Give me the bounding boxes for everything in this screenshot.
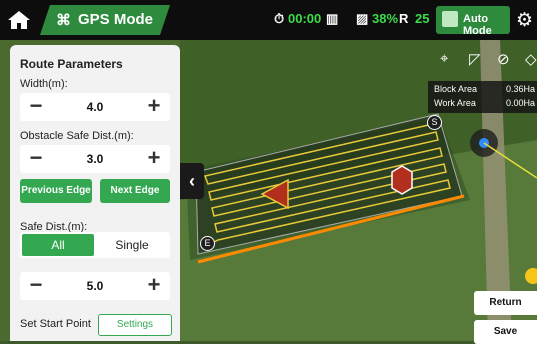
- width-label: Width(m):: [20, 78, 68, 90]
- battery-icon: ▨: [356, 11, 369, 26]
- block-area-value: 0.36Ha: [505, 84, 535, 94]
- signal-icon: ▥: [326, 11, 339, 26]
- home-icon[interactable]: [6, 9, 32, 31]
- safe-dist-increase-button[interactable]: +: [140, 272, 168, 300]
- obstacle-stepper: − 3.0 +: [20, 145, 170, 173]
- save-button[interactable]: Save: [474, 320, 537, 344]
- safe-dist-decrease-button[interactable]: −: [22, 272, 50, 300]
- previous-edge-button[interactable]: Previous Edge: [20, 179, 92, 203]
- panel-title: Route Parameters: [20, 57, 123, 71]
- auto-mode-button[interactable]: Auto Mode: [436, 6, 510, 37]
- settings-button[interactable]: Settings: [98, 314, 172, 336]
- width-value[interactable]: 4.0: [60, 100, 130, 114]
- auto-mode-icon: [442, 11, 458, 27]
- work-area-label: Work Area: [434, 98, 476, 108]
- segment-single[interactable]: Single: [96, 234, 168, 256]
- segment-all[interactable]: All: [22, 234, 94, 256]
- rtk-text: 25: [415, 11, 430, 26]
- area-info-box: Block Area 0.36Ha Work Area 0.00Ha: [428, 81, 537, 113]
- mode-title: GPS Mode: [78, 11, 154, 28]
- eraser-icon[interactable]: ◇: [525, 50, 537, 68]
- block-area-label: Block Area: [434, 84, 478, 94]
- end-marker: E: [200, 236, 215, 251]
- return-button[interactable]: Return: [474, 291, 537, 315]
- hide-icon[interactable]: ⊘: [497, 50, 510, 68]
- route-parameters-panel: Route Parameters Width(m): − 4.0 + Obsta…: [10, 45, 180, 341]
- obstacle-decrease-button[interactable]: −: [22, 145, 50, 173]
- timer-icon: ⏱: [274, 11, 285, 26]
- top-bar: ⌘ GPS Mode ⏱ 00:00 ▥ ▨ 38% R 25 Auto Mod…: [0, 0, 537, 40]
- auto-mode-label: Auto Mode: [463, 13, 492, 37]
- width-stepper: − 4.0 +: [20, 93, 170, 121]
- start-point-label: Set Start Point: [20, 318, 91, 330]
- safe-dist-stepper: − 5.0 +: [20, 272, 170, 300]
- locate-icon[interactable]: ⌖: [440, 50, 448, 67]
- next-edge-button[interactable]: Next Edge: [100, 179, 170, 203]
- obstacle-value[interactable]: 3.0: [60, 152, 130, 166]
- obstacle-hexagon: [391, 165, 413, 195]
- work-area-value: 0.00Ha: [505, 98, 535, 108]
- collapse-panel-button[interactable]: ‹: [180, 163, 204, 199]
- start-marker: S: [427, 115, 442, 130]
- drone-icon: ⌘: [56, 12, 71, 29]
- battery-text: 38%: [372, 11, 399, 26]
- safe-dist-segment: All Single: [20, 232, 170, 258]
- width-decrease-button[interactable]: −: [22, 93, 50, 121]
- width-increase-button[interactable]: +: [140, 93, 168, 121]
- obstacle-label: Obstacle Safe Dist.(m):: [20, 130, 134, 142]
- navigation-icon[interactable]: ◸: [469, 50, 481, 68]
- rtk-icon: R: [399, 11, 409, 26]
- obstacle-increase-button[interactable]: +: [140, 145, 168, 173]
- gear-icon[interactable]: ⚙: [516, 9, 533, 32]
- mode-tab[interactable]: ⌘ GPS Mode: [40, 5, 170, 35]
- safe-dist-value[interactable]: 5.0: [60, 279, 130, 293]
- timer-text: 00:00: [288, 11, 322, 26]
